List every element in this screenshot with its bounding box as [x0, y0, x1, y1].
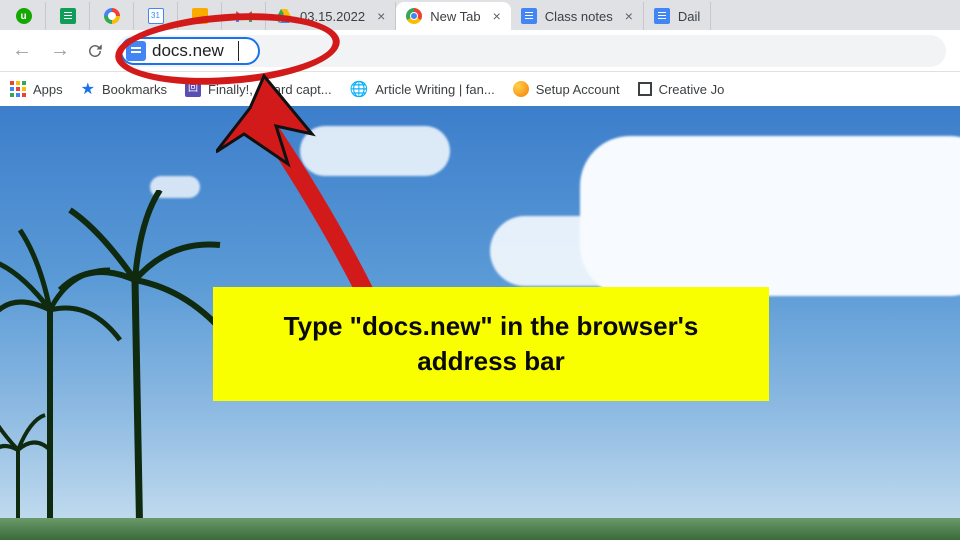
bookmark-label: Creative Jo	[659, 82, 725, 97]
bookmark-label: Setup Account	[536, 82, 620, 97]
toolbar: ← →	[0, 30, 960, 72]
bookmark-label: Article Writing | fan...	[375, 82, 494, 97]
bookmark-article-writing[interactable]: 🌐 Article Writing | fan...	[350, 80, 495, 98]
forward-button[interactable]: →	[46, 37, 74, 64]
docs-favicon	[126, 41, 146, 61]
wallpaper-ground	[0, 518, 960, 540]
tab-label: New Tab	[430, 9, 480, 24]
back-button[interactable]: ←	[8, 37, 36, 64]
bookmark-label: Apps	[33, 82, 63, 97]
pinned-tab[interactable]	[90, 2, 134, 30]
globe-icon: 🌐	[350, 80, 369, 98]
tab-drive-date[interactable]: 03.15.2022 ×	[266, 2, 396, 30]
annotation-callout: Type "docs.new" in the browser's address…	[213, 287, 769, 401]
text-cursor	[238, 41, 239, 61]
tab-class-notes[interactable]: Class notes ×	[511, 2, 644, 30]
address-bar-focused	[120, 37, 260, 65]
tab-daily[interactable]: Dail	[644, 2, 711, 30]
docs-icon	[654, 8, 670, 24]
tab-close-icon[interactable]: ×	[625, 8, 633, 24]
pinned-tab[interactable]: u	[2, 2, 46, 30]
reload-button[interactable]	[84, 40, 106, 62]
apps-icon	[10, 81, 26, 97]
address-bar[interactable]	[116, 35, 946, 67]
tab-strip: u 31 03.15.2022 × New Tab × Class notes …	[0, 0, 960, 30]
sheets-icon	[60, 8, 76, 24]
bookmark-label: Bookmarks	[102, 82, 167, 97]
upwork-icon: u	[16, 8, 32, 24]
star-icon: ★	[81, 79, 95, 99]
bookmarks-bar: Apps ★ Bookmarks 回 Finally!, a card capt…	[0, 72, 960, 106]
docs-icon	[521, 8, 537, 24]
chrome-icon	[406, 8, 422, 24]
orange-icon	[513, 81, 529, 97]
pinned-tab[interactable]	[222, 2, 266, 30]
drive-icon	[276, 9, 292, 23]
wallpaper-cloud	[490, 216, 700, 286]
pinned-tab[interactable]	[178, 2, 222, 30]
calendar-icon: 31	[148, 8, 164, 24]
pinned-tab[interactable]	[46, 2, 90, 30]
bookmark-bookmarks[interactable]: ★ Bookmarks	[81, 79, 167, 99]
wallpaper-cloud	[300, 126, 450, 176]
bookmark-label: Finally!, a card capt...	[208, 82, 332, 97]
bookmark-setup-account[interactable]: Setup Account	[513, 81, 620, 97]
square-icon	[638, 82, 652, 96]
tab-close-icon[interactable]: ×	[377, 8, 385, 24]
bookmark-creative-jo[interactable]: Creative Jo	[638, 82, 725, 97]
bookmark-apps[interactable]: Apps	[10, 81, 63, 97]
callout-text: Type "docs.new" in the browser's address…	[284, 311, 699, 376]
tab-new-tab[interactable]: New Tab ×	[396, 2, 511, 30]
keep-icon	[192, 8, 208, 24]
tab-close-icon[interactable]: ×	[493, 8, 501, 24]
pinned-tab[interactable]: 31	[134, 2, 178, 30]
tab-label: Dail	[678, 9, 700, 24]
address-input[interactable]	[146, 41, 238, 61]
tab-label: 03.15.2022	[300, 9, 365, 24]
google-icon	[104, 8, 120, 24]
tab-label: Class notes	[545, 9, 613, 24]
bookmark-finally-card[interactable]: 回 Finally!, a card capt...	[185, 81, 332, 97]
purple-icon: 回	[185, 81, 201, 97]
gmail-icon	[236, 10, 252, 22]
